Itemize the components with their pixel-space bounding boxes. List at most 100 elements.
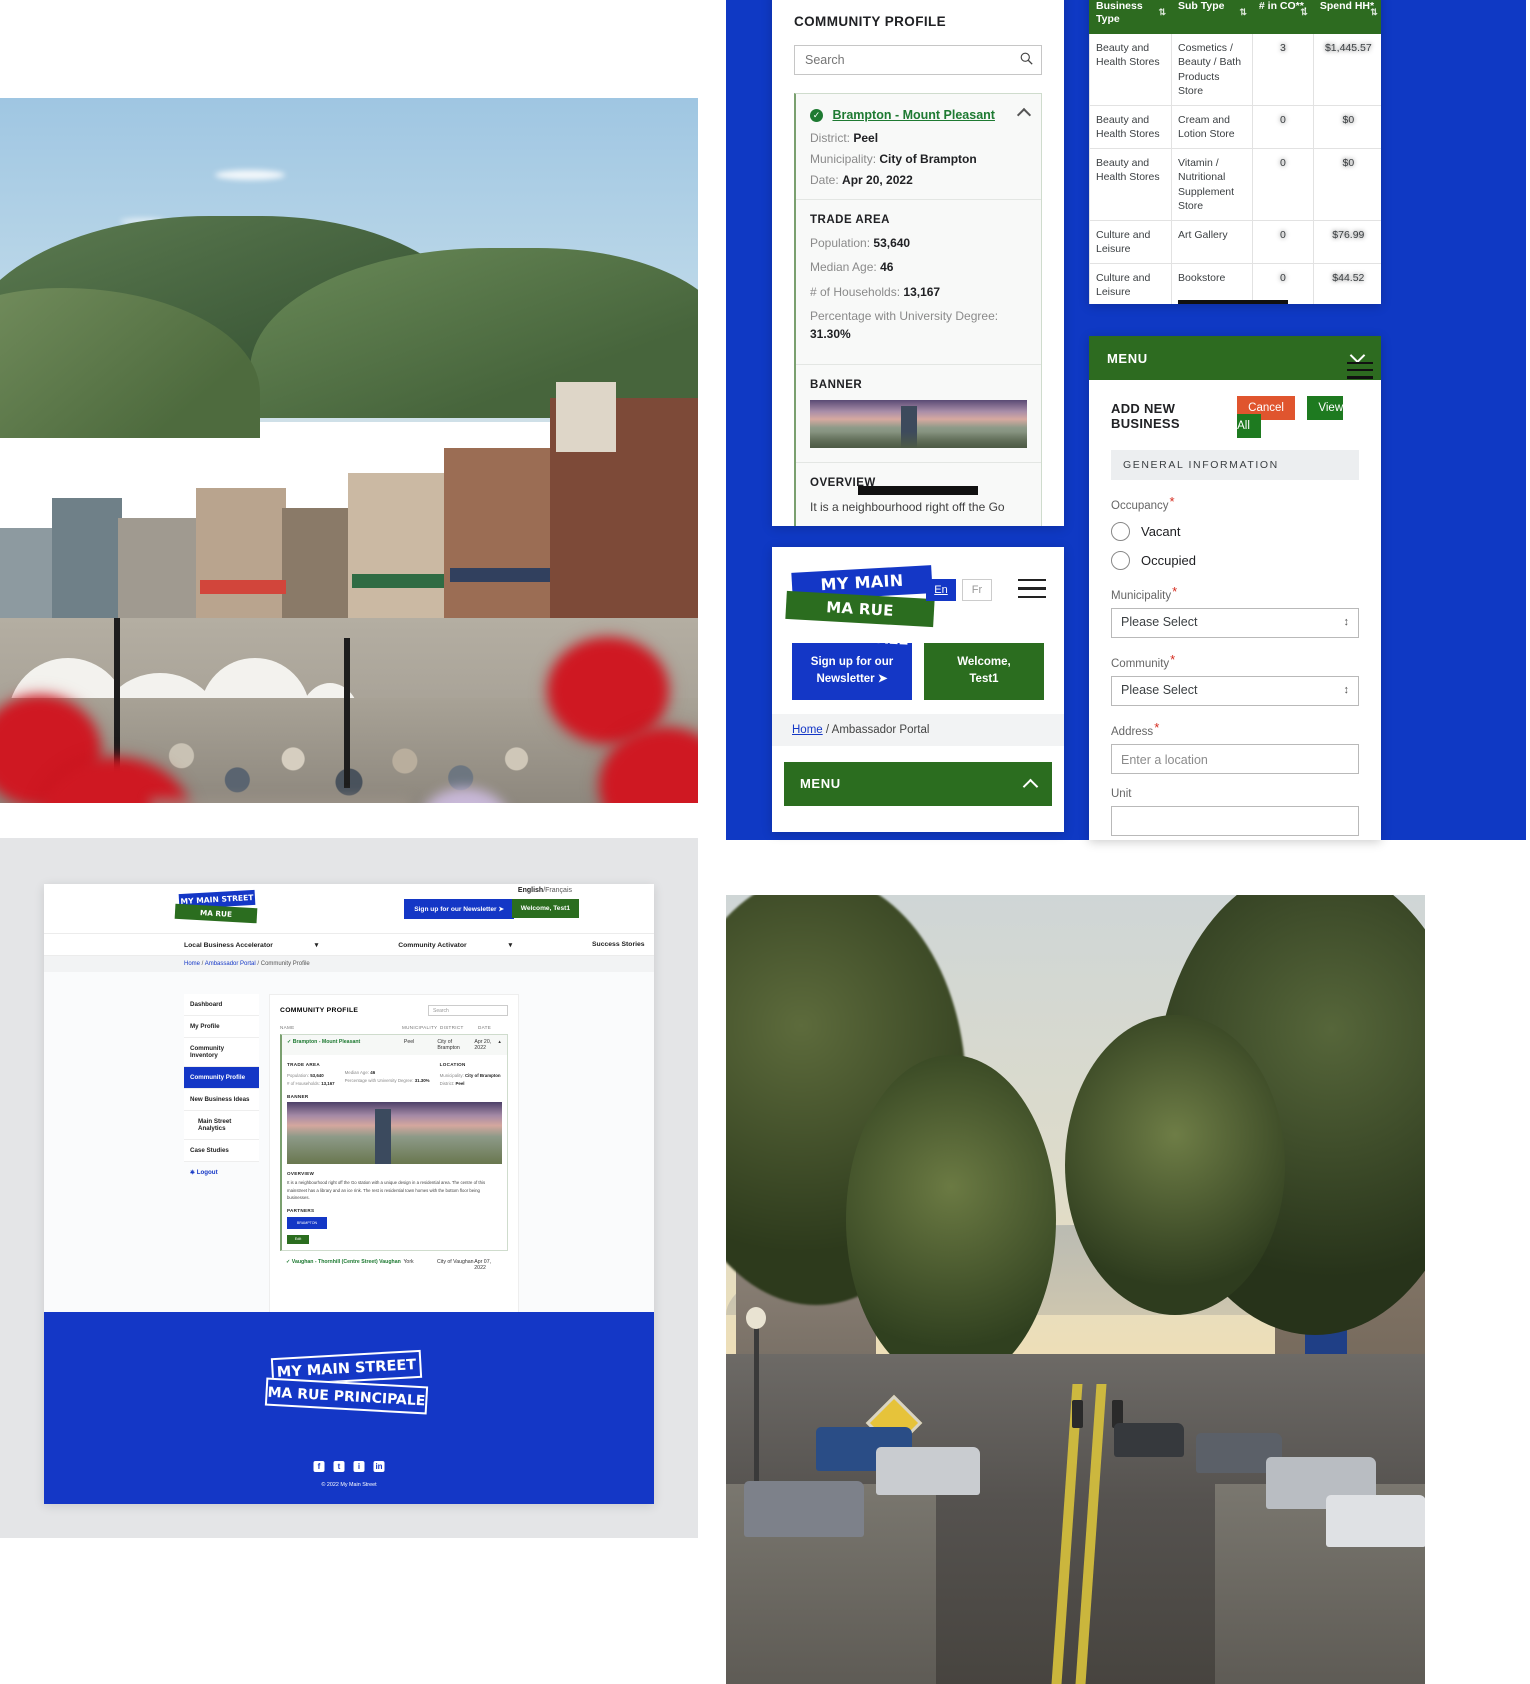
breadcrumb-ambassador-portal[interactable]: Ambassador Portal xyxy=(205,961,256,967)
radio-occupied[interactable] xyxy=(1111,551,1130,570)
lang-fr-button[interactable]: Fr xyxy=(962,579,992,601)
desktop-welcome-button[interactable]: Welcome, Test1 xyxy=(511,899,579,918)
cell-count: 3 xyxy=(1251,33,1314,106)
green-menu-bar[interactable]: MENU xyxy=(1089,336,1381,380)
nav-item-local-business-accelerator[interactable]: Local Business Accelerator ▾ xyxy=(184,941,358,949)
municipality-select[interactable]: Please Select ↕ xyxy=(1111,608,1359,638)
nav-item-community-activator[interactable]: Community Activator ▾ xyxy=(398,941,552,949)
desktop-age-col: Median Age: 46 Percentage with Universit… xyxy=(345,1061,430,1087)
community-card-header[interactable]: ✓ Brampton - Mount Pleasant District: Pe… xyxy=(796,94,1041,199)
degree-label: Percentage with University Degree: xyxy=(810,309,999,324)
unit-field: Unit xyxy=(1111,788,1359,836)
desktop-row-name[interactable]: ✓ Brampton - Mount Pleasant xyxy=(287,1039,404,1051)
cell-spend: $0 xyxy=(1312,104,1381,150)
households-value: 13,167 xyxy=(903,284,941,299)
sort-updown-icon[interactable]: ⇅ xyxy=(1370,7,1378,18)
twitter-icon[interactable]: t xyxy=(333,1461,345,1472)
desktop-site-screenshot: MY MAIN STREET MA RUE PRINCIPALE English… xyxy=(44,884,654,1504)
banner-heading: BANNER xyxy=(810,378,863,391)
municipality-row: Municipality: City of Brampton xyxy=(810,152,1027,166)
sort-updown-icon[interactable]: ⇅ xyxy=(1158,7,1166,18)
col-spend-hh[interactable]: Spend HH* ⇅ xyxy=(1312,0,1381,35)
edit-button[interactable]: Edit xyxy=(287,1235,309,1245)
mobile-menu-bar[interactable]: MENU xyxy=(784,761,1052,806)
instagram-icon[interactable]: i xyxy=(353,1461,365,1472)
d-population-label: Population: xyxy=(287,1073,309,1079)
search-icon[interactable] xyxy=(1020,52,1033,65)
breadcrumb-home[interactable]: Home xyxy=(184,961,200,967)
radio-occupied-label: Occupied xyxy=(1141,553,1196,568)
col-business-type[interactable]: Business Type ⇅ xyxy=(1089,0,1173,35)
municipality-value: City of Brampton xyxy=(879,152,977,166)
table-row: Culture and Leisure Art Gallery 0 $76.99 xyxy=(1089,219,1381,265)
hamburger-menu-icon[interactable] xyxy=(1347,362,1373,384)
desktop-main-nav: Local Business Accelerator ▾ Community A… xyxy=(44,934,654,956)
sidebar-item-main-street-analytics[interactable]: Main Street Analytics xyxy=(184,1111,259,1140)
municipality-field: Municipality* Please Select ↕ xyxy=(1111,584,1359,638)
hamburger-menu-icon[interactable] xyxy=(1018,579,1046,604)
lang-french[interactable]: Français xyxy=(545,887,572,894)
desktop-site-logo[interactable]: MY MAIN STREET MA RUE PRINCIPALE xyxy=(174,889,258,934)
sidebar-item-community-inventory[interactable]: Community Inventory xyxy=(184,1038,259,1067)
search-field-wrapper xyxy=(794,45,1042,75)
address-input[interactable]: Enter a location xyxy=(1111,744,1359,774)
lang-english[interactable]: English xyxy=(518,887,543,894)
desktop-header: MY MAIN STREET MA RUE PRINCIPALE English… xyxy=(44,884,654,934)
desktop-footer: MY MAIN STREET MA RUE PRINCIPALE f t i i… xyxy=(44,1312,654,1504)
occupancy-option-occupied[interactable]: Occupied xyxy=(1111,551,1359,570)
breadcrumb-home[interactable]: Home xyxy=(792,724,823,736)
address-label-wrap: Address* xyxy=(1111,720,1359,738)
search-input[interactable] xyxy=(794,45,1042,75)
linkedin-icon[interactable]: in xyxy=(373,1461,385,1472)
form-action-buttons: Cancel View All xyxy=(1237,396,1359,438)
chevron-up-icon[interactable]: ▴ xyxy=(498,1039,501,1045)
sidebar-item-my-profile[interactable]: My Profile xyxy=(184,1016,259,1038)
nav-item-success-stories[interactable]: Success Stories xyxy=(592,941,645,948)
desktop-community-profile-panel: COMMUNITY PROFILE Search NAME MUNICIPALI… xyxy=(269,994,519,1324)
partner-logo: BRAMPTON xyxy=(287,1217,327,1230)
site-logo[interactable]: MY MAIN STREET MA RUE PRINCIPALE xyxy=(785,565,935,649)
sidebar-item-new-business-ideas[interactable]: New Business Ideas xyxy=(184,1089,259,1111)
sort-updown-icon[interactable]: ⇅ xyxy=(1300,7,1308,18)
desktop-main-area: Dashboard My Profile Community Inventory… xyxy=(44,972,654,1324)
chevron-down-icon[interactable] xyxy=(1349,347,1366,364)
sort-updown-icon[interactable]: ⇅ xyxy=(1239,7,1247,18)
community-select[interactable]: Please Select ↕ xyxy=(1111,676,1359,706)
desktop-row2-name[interactable]: ✓ Vaughan - Thornhill (Centre Street) Va… xyxy=(286,1259,403,1271)
cell-business-type: Culture and Leisure xyxy=(1089,219,1173,265)
sidebar-item-logout[interactable]: ⎈ Logout xyxy=(184,1162,259,1184)
median-age-value: 46 xyxy=(880,260,894,275)
desktop-row2-municipality: City of Vaughan xyxy=(437,1259,474,1266)
chevron-up-icon[interactable] xyxy=(1022,778,1039,794)
d-loc-district-label: District: xyxy=(439,1080,455,1086)
welcome-user-button[interactable]: Welcome, Test1 xyxy=(924,643,1044,700)
community-card: ✓ Brampton - Mount Pleasant District: Pe… xyxy=(794,93,1042,526)
cell-sub-type: Cream and Lotion Store xyxy=(1171,104,1253,150)
radio-vacant[interactable] xyxy=(1111,522,1130,541)
facebook-icon[interactable]: f xyxy=(313,1461,325,1472)
cell-sub-type: Cosmetics / Beauty / Bath Products Store xyxy=(1171,33,1253,106)
desktop-row-header[interactable]: ✓ Brampton - Mount Pleasant Peel City of… xyxy=(282,1035,507,1055)
desktop-language-switcher[interactable]: English/Français xyxy=(518,887,572,894)
community-name-link[interactable]: Brampton - Mount Pleasant xyxy=(832,108,995,122)
cell-count: 0 xyxy=(1251,263,1314,304)
desktop-search-input[interactable]: Search xyxy=(428,1005,508,1016)
breadcrumb-current: Ambassador Portal xyxy=(831,723,930,736)
occupancy-option-vacant[interactable]: Vacant xyxy=(1111,522,1359,541)
mobile-community-profile-card: COMMUNITY PROFILE ✓ Brampton - Mount Ple… xyxy=(772,0,1064,526)
chevron-up-icon[interactable] xyxy=(1016,107,1032,123)
unit-input[interactable] xyxy=(1111,806,1359,836)
desktop-newsletter-button[interactable]: Sign up for our Newsletter ➤ xyxy=(404,899,514,919)
lang-en-button[interactable]: En xyxy=(926,579,956,601)
desktop-trade-area-col: TRADE AREA Population: 53,640 # of House… xyxy=(287,1061,335,1087)
sidebar-item-case-studies[interactable]: Case Studies xyxy=(184,1140,259,1162)
language-switcher: En Fr xyxy=(926,579,992,601)
col-count-in-community[interactable]: # in CO**. ⇅ xyxy=(1251,0,1314,35)
cell-spend: $0 xyxy=(1312,148,1381,221)
desktop-community-row-collapsed[interactable]: ✓ Vaughan - Thornhill (Centre Street) Va… xyxy=(280,1254,508,1276)
horizontal-scrollbar[interactable] xyxy=(1178,300,1288,304)
table-row: Beauty and Health Stores Vitamin / Nutri… xyxy=(1089,148,1381,221)
sidebar-item-community-profile[interactable]: Community Profile xyxy=(184,1067,259,1089)
sidebar-item-dashboard[interactable]: Dashboard xyxy=(184,994,259,1016)
col-sub-type[interactable]: Sub Type ⇅ xyxy=(1171,0,1253,35)
